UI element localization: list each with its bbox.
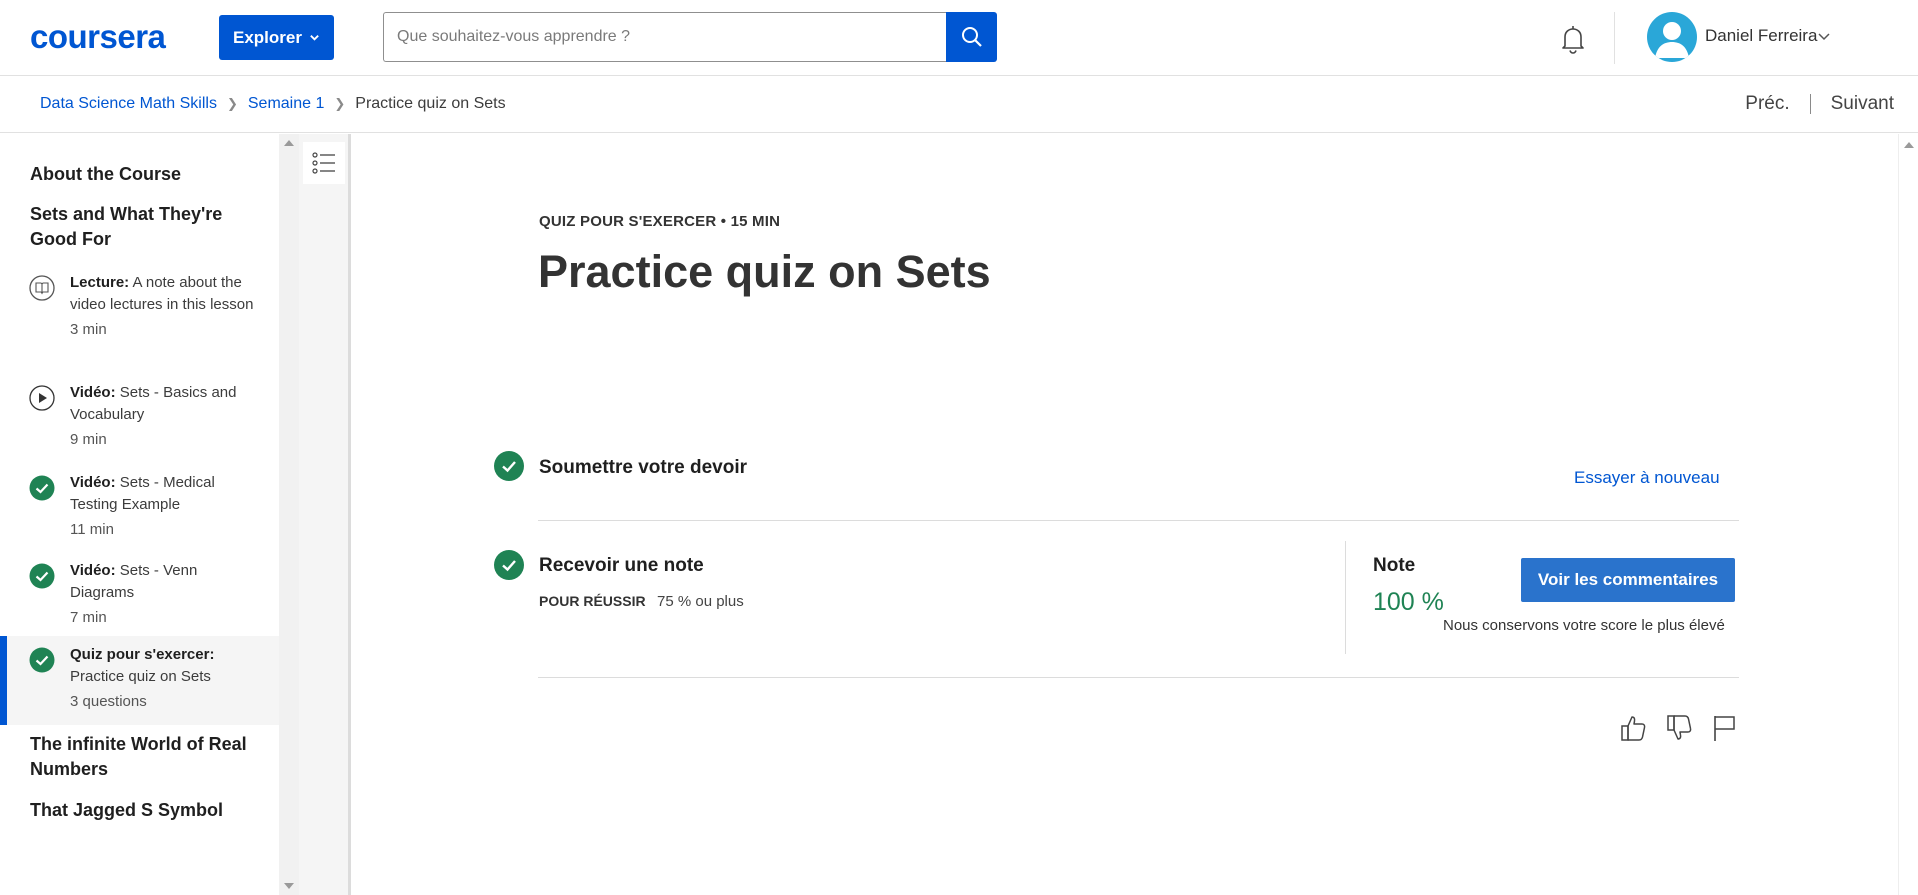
top-header: coursera Explorer Daniel Ferreira — [0, 0, 1918, 76]
scroll-down-arrow[interactable] — [284, 883, 294, 889]
flag-icon[interactable] — [1709, 712, 1739, 744]
step-grade-title: Recevoir une note — [539, 555, 704, 576]
course-sidebar: About the Course Sets and What They're G… — [0, 134, 279, 895]
main-scrollbar[interactable] — [1898, 134, 1918, 895]
item-type: Lecture: — [70, 274, 130, 291]
grade-divider — [1345, 541, 1346, 654]
pass-label: POUR RÉUSSIR — [539, 593, 646, 609]
item-kicker: QUIZ POUR S'EXERCER • 15 MIN — [539, 213, 781, 230]
divider — [538, 677, 1739, 678]
explore-button[interactable]: Explorer — [219, 15, 334, 60]
explore-label: Explorer — [233, 27, 302, 47]
page-title: Practice quiz on Sets — [538, 246, 991, 297]
check-circle-icon — [494, 451, 524, 481]
toggle-outline-button[interactable] — [303, 142, 345, 184]
item-duration: 11 min — [70, 521, 114, 538]
chevron-right-icon: ❯ — [334, 96, 346, 111]
breadcrumb: Data Science Math Skills ❯ Semaine 1 ❯ P… — [40, 95, 506, 113]
check-circle-icon — [29, 475, 55, 501]
prev-button[interactable]: Préc. — [1745, 93, 1789, 115]
sidebar-scrollbar[interactable] — [279, 134, 299, 895]
item-type: Quiz pour s'exercer: — [70, 646, 215, 663]
item-type: Vidéo: — [70, 384, 116, 401]
sidebar-section-real-numbers[interactable]: The infinite World of Real Numbers — [30, 732, 250, 782]
step-submit-title: Soumettre votre devoir — [539, 457, 747, 478]
pass-value: 75 % ou plus — [657, 593, 744, 610]
avatar[interactable] — [1647, 12, 1697, 62]
chevron-down-icon — [310, 35, 319, 41]
bell-icon[interactable] — [1556, 22, 1590, 56]
check-circle-icon — [29, 647, 55, 673]
sidebar-item-video-venn[interactable]: Vidéo: Sets - Venn Diagrams 7 min — [0, 556, 279, 644]
item-duration: 3 questions — [70, 693, 147, 710]
search-icon — [961, 27, 982, 47]
search-field[interactable] — [383, 12, 946, 62]
header-divider — [1614, 12, 1615, 64]
check-circle-icon — [29, 563, 55, 589]
breadcrumb-current: Practice quiz on Sets — [355, 95, 506, 112]
search-button[interactable] — [946, 12, 997, 62]
highest-score-note: Nous conservons votre score le plus élev… — [1443, 617, 1725, 634]
thumbs-up-icon[interactable] — [1619, 712, 1649, 744]
reading-icon — [29, 275, 55, 301]
sidebar-item-practice-quiz[interactable]: Quiz pour s'exercer: Practice quiz on Se… — [0, 636, 279, 725]
item-duration: 3 min — [70, 321, 107, 338]
sidebar-section-about[interactable]: About the Course — [30, 162, 250, 187]
item-type: Vidéo: — [70, 562, 116, 579]
sidebar-toggle-strip — [299, 134, 351, 895]
username[interactable]: Daniel Ferreira — [1705, 26, 1817, 46]
grade-value: 100 % — [1373, 588, 1444, 616]
item-title: Practice quiz on Sets — [70, 668, 211, 685]
nav-divider — [1809, 94, 1811, 114]
grade-label: Note — [1373, 555, 1416, 576]
coursera-logo[interactable]: coursera — [30, 18, 166, 56]
sidebar-section-jagged-s[interactable]: That Jagged S Symbol — [30, 798, 250, 823]
retry-link[interactable]: Essayer à nouveau — [1574, 468, 1720, 488]
list-icon — [312, 152, 335, 174]
play-icon — [29, 385, 55, 411]
thumbs-down-icon[interactable] — [1665, 712, 1695, 744]
scroll-up-arrow[interactable] — [284, 140, 294, 146]
divider — [538, 520, 1739, 521]
check-circle-icon — [494, 550, 524, 580]
sidebar-item-lecture-note[interactable]: Lecture: A note about the video lectures… — [0, 268, 279, 378]
prev-next-nav: Préc. Suivant — [1745, 93, 1894, 115]
scroll-up-arrow[interactable] — [1904, 142, 1914, 148]
view-feedback-button[interactable]: Voir les commentaires — [1521, 558, 1735, 602]
breadcrumb-course-link[interactable]: Data Science Math Skills — [40, 95, 217, 113]
sidebar-section-sets[interactable]: Sets and What They're Good For — [30, 202, 250, 252]
breadcrumb-bar: Data Science Math Skills ❯ Semaine 1 ❯ P… — [0, 77, 1918, 133]
user-icon — [1655, 22, 1689, 58]
search-input[interactable] — [397, 28, 933, 46]
item-type: Vidéo: — [70, 474, 116, 491]
breadcrumb-week-link[interactable]: Semaine 1 — [248, 95, 325, 113]
chevron-down-icon[interactable] — [1817, 30, 1831, 44]
sidebar-item-video-basics[interactable]: Vidéo: Sets - Basics and Vocabulary 9 mi… — [0, 378, 279, 468]
item-duration: 7 min — [70, 609, 107, 626]
item-duration: 9 min — [70, 431, 107, 448]
chevron-right-icon: ❯ — [226, 96, 238, 111]
next-button[interactable]: Suivant — [1831, 93, 1894, 115]
sidebar-item-video-medical[interactable]: Vidéo: Sets - Medical Testing Example 11… — [0, 468, 279, 556]
